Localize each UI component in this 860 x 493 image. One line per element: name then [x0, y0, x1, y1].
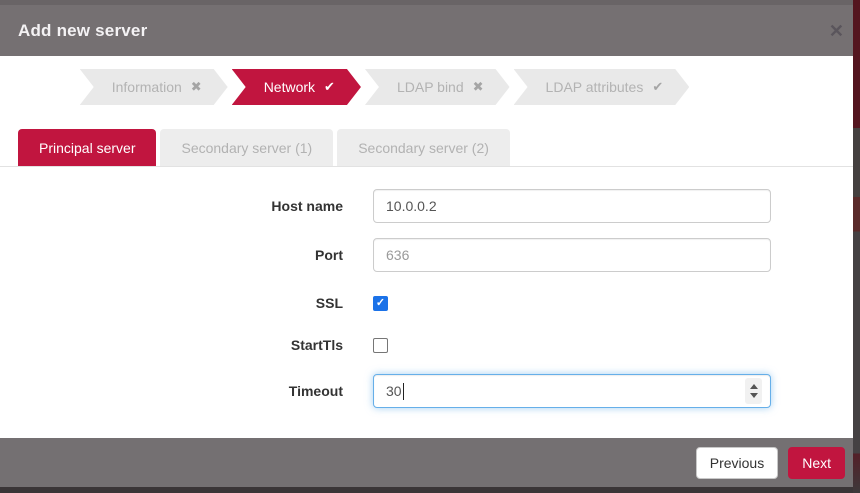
step-ldap-bind[interactable]: LDAP bind ✖	[365, 69, 510, 105]
step-label: Information	[112, 79, 182, 95]
host-name-row: Host name	[0, 189, 853, 223]
tab-principal-server[interactable]: Principal server	[18, 129, 156, 166]
ssl-checkbox[interactable]: ✓	[373, 296, 388, 311]
modal-header: Add new server ✕	[0, 0, 860, 56]
ssl-label: SSL	[0, 295, 343, 311]
network-form: Host name Port SSL ✓ StartTls Timeout	[0, 189, 853, 408]
step-ldap-attributes[interactable]: LDAP attributes ✔	[514, 69, 690, 105]
check-icon: ✔	[324, 79, 335, 95]
next-button[interactable]: Next	[788, 447, 845, 479]
spinner-up-icon[interactable]	[750, 384, 758, 389]
step-label: LDAP bind	[397, 79, 464, 95]
check-icon: ✓	[376, 298, 385, 309]
page-edge-bottom	[0, 487, 860, 493]
timeout-label: Timeout	[0, 383, 343, 399]
server-tabs: Principal server Secondary server (1) Se…	[0, 129, 853, 167]
timeout-value: 30	[386, 383, 402, 399]
port-label: Port	[0, 247, 343, 263]
starttls-row: StartTls	[0, 335, 853, 355]
number-spinner[interactable]	[745, 378, 762, 404]
tab-secondary-server-1[interactable]: Secondary server (1)	[160, 129, 333, 166]
port-row: Port	[0, 238, 853, 272]
step-information[interactable]: Information ✖	[80, 69, 228, 105]
host-name-label: Host name	[0, 198, 343, 214]
step-label: LDAP attributes	[546, 79, 644, 95]
check-icon: ✔	[652, 79, 663, 95]
spinner-down-icon[interactable]	[750, 393, 758, 398]
port-input[interactable]	[373, 238, 771, 272]
step-label: Network	[264, 79, 315, 95]
page-edge-right	[853, 0, 860, 493]
cross-icon: ✖	[473, 79, 484, 95]
timeout-row: Timeout 30	[0, 374, 853, 408]
tab-secondary-server-2[interactable]: Secondary server (2)	[337, 129, 510, 166]
timeout-input[interactable]: 30	[373, 374, 771, 408]
starttls-label: StartTls	[0, 337, 343, 353]
add-new-server-dialog: Add new server ✕ Information ✖ Network ✔…	[0, 0, 860, 493]
close-icon[interactable]: ✕	[829, 22, 844, 40]
text-caret	[403, 383, 404, 400]
starttls-checkbox[interactable]	[373, 338, 388, 353]
modal-footer: Previous Next	[0, 438, 860, 487]
host-name-input[interactable]	[373, 189, 771, 223]
wizard-steps: Information ✖ Network ✔ LDAP bind ✖ LDAP…	[0, 69, 809, 105]
previous-button[interactable]: Previous	[696, 447, 778, 479]
modal-body: Information ✖ Network ✔ LDAP bind ✖ LDAP…	[0, 56, 853, 438]
step-network[interactable]: Network ✔	[232, 69, 361, 105]
ssl-row: SSL ✓	[0, 293, 853, 313]
modal-title: Add new server	[0, 21, 147, 41]
cross-icon: ✖	[191, 79, 202, 95]
